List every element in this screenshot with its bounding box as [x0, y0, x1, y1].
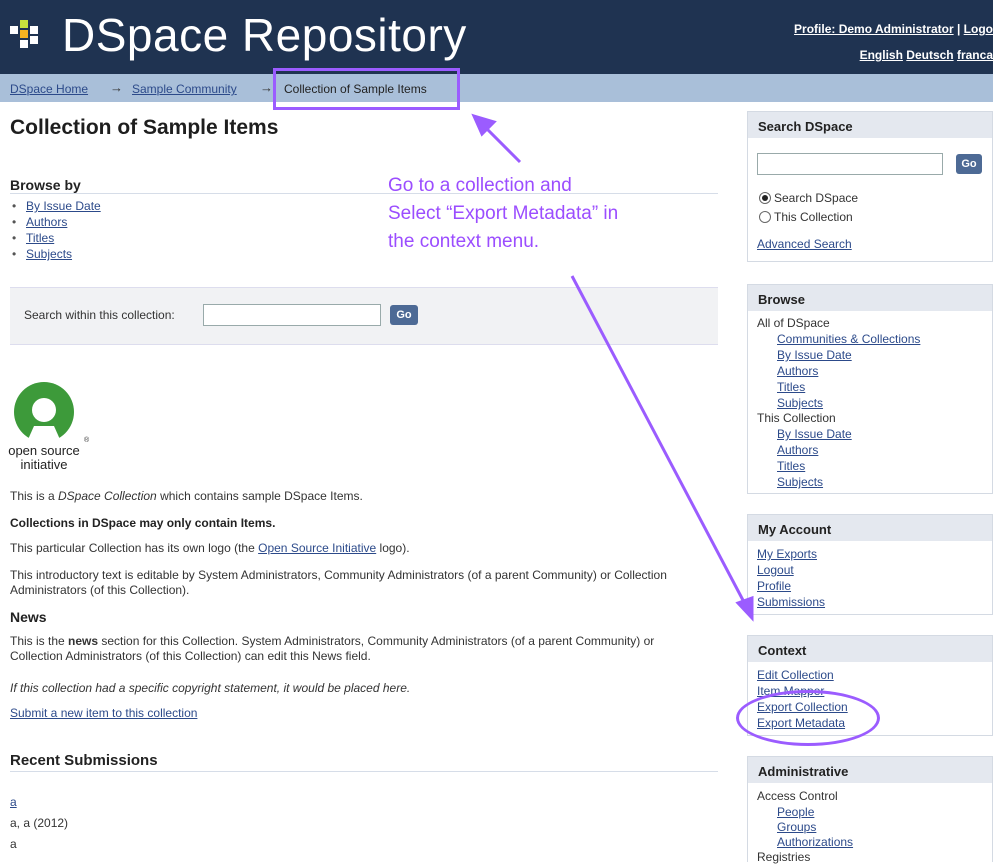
arrow-to-context [570, 275, 747, 605]
arrowhead-context [735, 595, 754, 622]
arrow-to-breadcrumb [482, 124, 522, 164]
annotation-arrows [471, 113, 754, 622]
